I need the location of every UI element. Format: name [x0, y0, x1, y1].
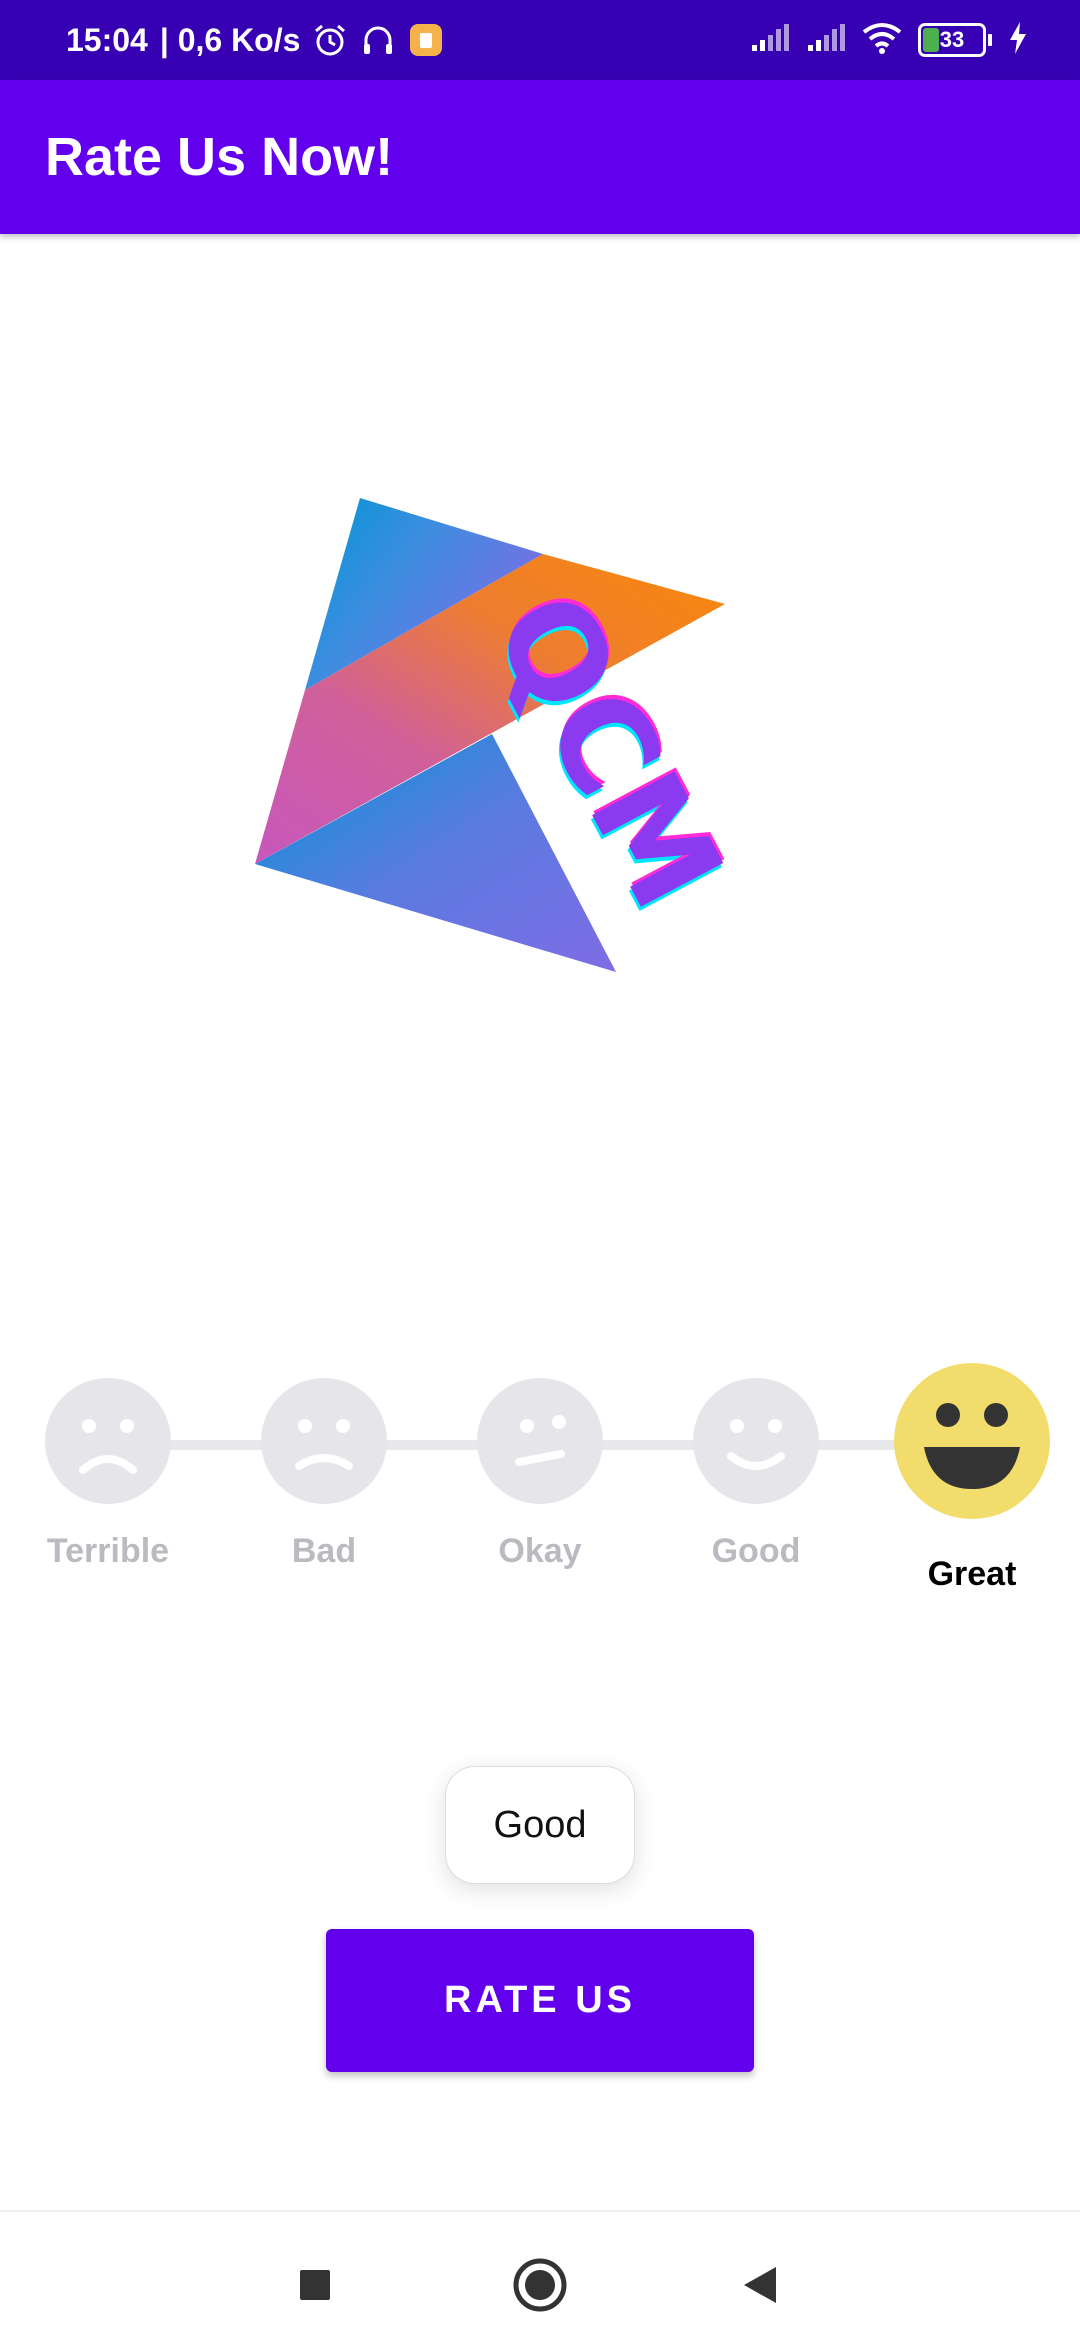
signal-icon [806, 23, 846, 58]
good-face-icon [693, 1378, 819, 1504]
rating-label: Okay [498, 1532, 582, 1570]
battery-icon: 33 [918, 23, 992, 57]
system-nav-bar [0, 2210, 1080, 2342]
toast-message: Good [445, 1766, 635, 1884]
rating-option-good[interactable]: Good [666, 1360, 846, 1571]
notification-app-icon [408, 22, 444, 58]
rating-label: Bad [291, 1532, 357, 1570]
headset-icon [360, 22, 396, 58]
home-circle-icon[interactable] [495, 2240, 585, 2330]
recents-square-icon[interactable] [270, 2240, 360, 2330]
rating-label-selected: Great [927, 1555, 1017, 1593]
rating-option-bad[interactable]: Bad [234, 1360, 414, 1571]
rating-option-great[interactable]: Great [882, 1360, 1062, 1594]
back-triangle-icon[interactable] [715, 2240, 805, 2330]
signal-icon [750, 23, 790, 58]
app-bar: Rate Us Now! [0, 80, 1080, 234]
qcm-logo: QCM QCM QCM [230, 470, 770, 1010]
charging-icon [1008, 21, 1028, 59]
wifi-icon [862, 22, 902, 59]
rating-option-terrible[interactable]: Terrible [18, 1360, 198, 1571]
okay-face-icon [477, 1378, 603, 1504]
rate-us-button[interactable]: RATE US [326, 1929, 754, 2072]
clock: 15:04 [66, 21, 148, 58]
status-bar: 15:04 | 0,6 Ko/s 33 [0, 0, 1080, 80]
smiley-rating-bar[interactable]: Terrible Bad Okay Good Great [0, 1360, 1080, 1610]
rating-option-okay[interactable]: Okay [450, 1360, 630, 1571]
great-face-icon [894, 1363, 1050, 1519]
network-speed: | 0,6 Ko/s [159, 21, 301, 58]
bad-face-icon [261, 1378, 387, 1504]
terrible-face-icon [45, 1378, 171, 1504]
rating-label: Good [711, 1532, 801, 1570]
rating-label: Terrible [46, 1532, 170, 1570]
battery-level: 33 [939, 27, 965, 52]
alarm-icon [312, 22, 348, 58]
page-title: Rate Us Now! [45, 127, 394, 187]
